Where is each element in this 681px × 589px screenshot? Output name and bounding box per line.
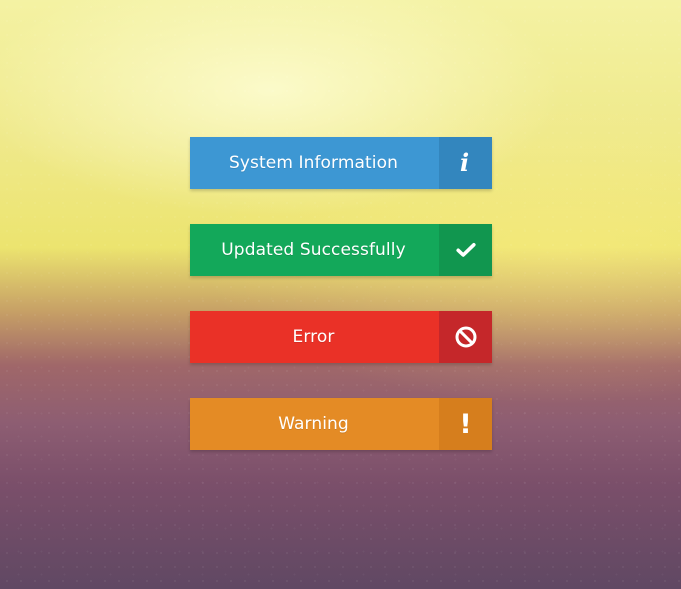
warning-label: Warning [190,398,439,450]
exclamation-icon: ! [459,408,472,440]
system-information-alert[interactable]: System Information i [190,137,492,189]
exclamation-icon-container: ! [439,398,492,450]
updated-successfully-label: Updated Successfully [190,224,439,276]
prohibited-icon-container [439,311,492,363]
error-label: Error [190,311,439,363]
info-icon-container: i [439,137,492,189]
info-icon: i [459,148,470,177]
updated-successfully-alert[interactable]: Updated Successfully [190,224,492,276]
checkmark-icon-container [439,224,492,276]
warning-alert[interactable]: Warning ! [190,398,492,450]
alert-stack: System Information i Updated Successfull… [190,137,492,450]
error-alert[interactable]: Error [190,311,492,363]
checkmark-icon [455,243,476,257]
system-information-label: System Information [190,137,439,189]
prohibited-icon [455,326,476,348]
